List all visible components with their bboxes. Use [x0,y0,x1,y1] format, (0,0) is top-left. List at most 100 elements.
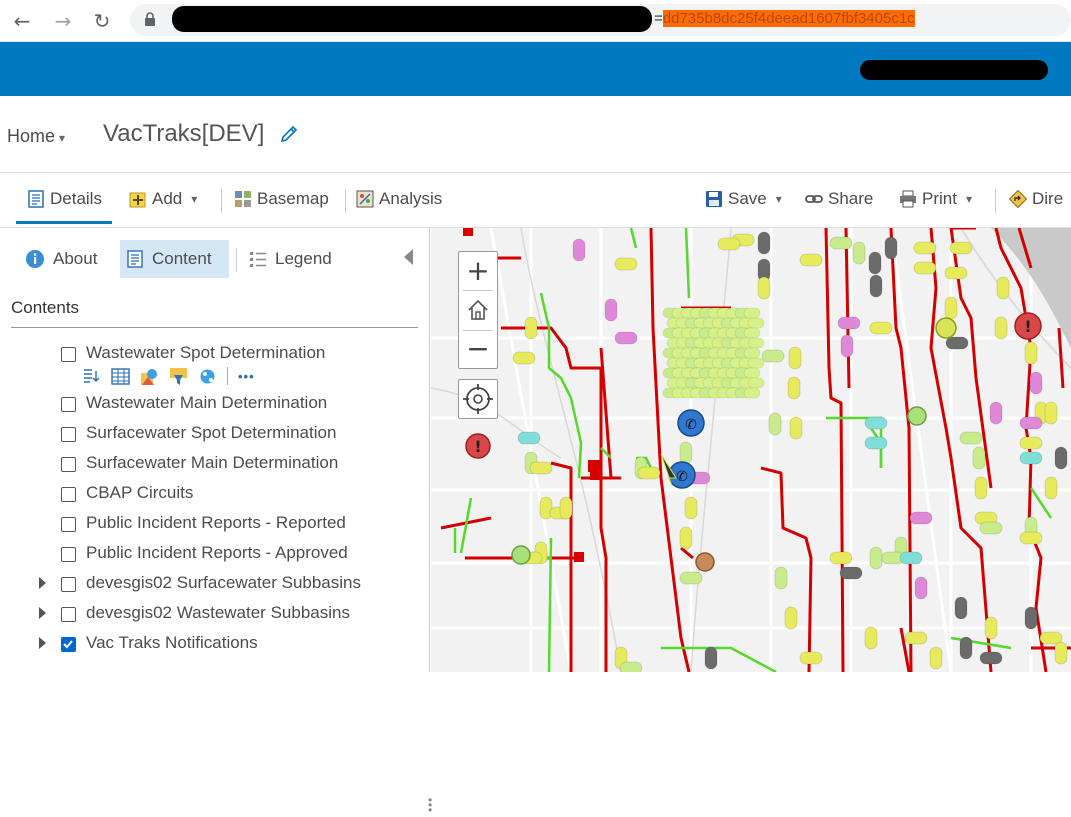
directions-button[interactable]: Dire [1009,189,1063,209]
layer-tools: ••• [82,365,255,387]
details-button[interactable]: Details [27,189,102,209]
tab-content[interactable]: Content [120,240,229,278]
notification-marker [743,347,761,359]
notification-marker [852,241,866,265]
zoom-control: + − [458,251,498,369]
home-extent-button[interactable] [459,291,497,329]
layer-item[interactable]: devesgis02 Wastewater Subbasins [0,600,420,630]
chevron-down-icon: ▾ [775,192,782,206]
notification-marker [1054,446,1068,470]
expand-caret-icon[interactable] [39,577,46,589]
layer-item[interactable]: Public Incident Reports - Reported [0,510,420,540]
save-button[interactable]: Save ▾ [705,189,782,209]
layer-visibility-checkbox[interactable] [61,397,76,412]
notification-marker [512,351,536,365]
notification-marker [945,336,969,350]
notification-marker [747,317,765,329]
layer-item[interactable]: Surfacewater Main Determination [0,450,420,480]
notification-marker [994,316,1008,340]
divider [345,189,346,213]
active-tab-indicator [16,221,112,224]
layer-label: devesgis02 Surfacewater Subbasins [86,573,361,592]
notification-marker [743,367,761,379]
crosshair-icon [463,384,493,414]
notification-marker [899,551,923,565]
map-view[interactable]: ! ! ✆ ✆ + − [431,228,1071,672]
perform-analysis-icon[interactable] [198,367,217,386]
redacted-url [172,6,652,32]
layer-label: Vac Traks Notifications [86,633,258,652]
notification-marker [743,387,761,399]
layer-label: Surfacewater Main Determination [86,453,339,472]
page-title: VacTraks[DEV] [103,120,265,147]
notification-marker [954,596,968,620]
layer-label: Wastewater Spot Determination [86,343,326,362]
map-canvas: ! ! ✆ ✆ [431,228,1071,672]
layer-item[interactable]: Surfacewater Spot Determination [0,420,420,450]
show-table-icon[interactable] [111,367,130,386]
content-list-icon [127,250,143,268]
tab-about[interactable]: About [19,240,103,278]
notification-marker [996,276,1010,300]
home-menu[interactable]: Home ▾ [7,126,65,147]
chevron-down-icon: ▾ [59,131,66,145]
layer-visibility-checkbox[interactable] [61,457,76,472]
add-button[interactable]: Add ▾ [129,189,197,209]
legend-icon [250,252,266,267]
home-icon [468,299,488,320]
expand-caret-icon[interactable] [39,637,46,649]
tab-legend[interactable]: Legend [243,240,338,278]
notification-marker [959,431,983,445]
collapse-panel-icon[interactable] [404,249,413,265]
expand-caret-icon[interactable] [39,607,46,619]
redacted-user [860,60,1048,80]
zoom-in-button[interactable]: + [459,252,497,290]
analysis-button[interactable]: Analysis [356,189,442,209]
filter-icon[interactable] [169,367,188,386]
print-button[interactable]: Print ▾ [899,189,972,209]
layer-visibility-checkbox[interactable] [61,347,76,362]
change-style-icon[interactable] [140,367,159,386]
notification-marker [717,237,741,251]
back-icon[interactable]: ← [9,8,35,34]
notification-marker [1044,401,1058,425]
notification-marker [757,231,771,255]
forward-icon[interactable]: → [50,8,76,34]
layer-item[interactable]: Wastewater Main Determination [0,390,420,420]
notification-marker [959,636,973,660]
reload-icon[interactable]: ↻ [89,8,115,34]
layer-label: Public Incident Reports - Approved [86,543,348,562]
address-bar[interactable]: =dd735b8dc25f4deead1607fbf3405c1c [130,4,1071,36]
notification-marker [944,296,958,320]
notification-marker [909,511,933,525]
layer-item[interactable]: devesgis02 Surfacewater Subbasins [0,570,420,600]
layer-visibility-checkbox[interactable] [61,577,76,592]
locate-button[interactable] [458,379,498,419]
content-panel: About Content Legend Contents Wastewater… [0,228,432,816]
layer-visibility-checkbox[interactable] [61,637,76,652]
splitter-handle-icon[interactable]: • • • [428,794,432,816]
notification-marker [1054,641,1068,665]
notification-marker [704,646,718,670]
notification-marker [604,298,618,322]
zoom-out-button[interactable]: − [459,330,497,368]
divider [221,189,222,213]
layer-visibility-checkbox[interactable] [61,547,76,562]
show-item-details-icon[interactable] [82,367,101,386]
layer-visibility-checkbox[interactable] [61,487,76,502]
layer-visibility-checkbox[interactable] [61,427,76,442]
layer-item[interactable]: Vac Traks Notifications [0,630,420,660]
edit-pencil-icon[interactable] [279,124,299,144]
printer-icon [900,190,916,208]
basemap-button[interactable]: Basemap [234,189,329,209]
analysis-icon [356,190,374,208]
layer-visibility-checkbox[interactable] [61,607,76,622]
more-options-icon[interactable]: ••• [238,369,255,384]
notification-marker [679,441,693,465]
notification-marker [747,337,765,349]
share-button[interactable]: Share [805,189,873,209]
layer-visibility-checkbox[interactable] [61,517,76,532]
layer-item[interactable]: CBAP Circuits [0,480,420,510]
notification-marker [679,571,703,585]
layer-item[interactable]: Public Incident Reports - Approved [0,540,420,570]
